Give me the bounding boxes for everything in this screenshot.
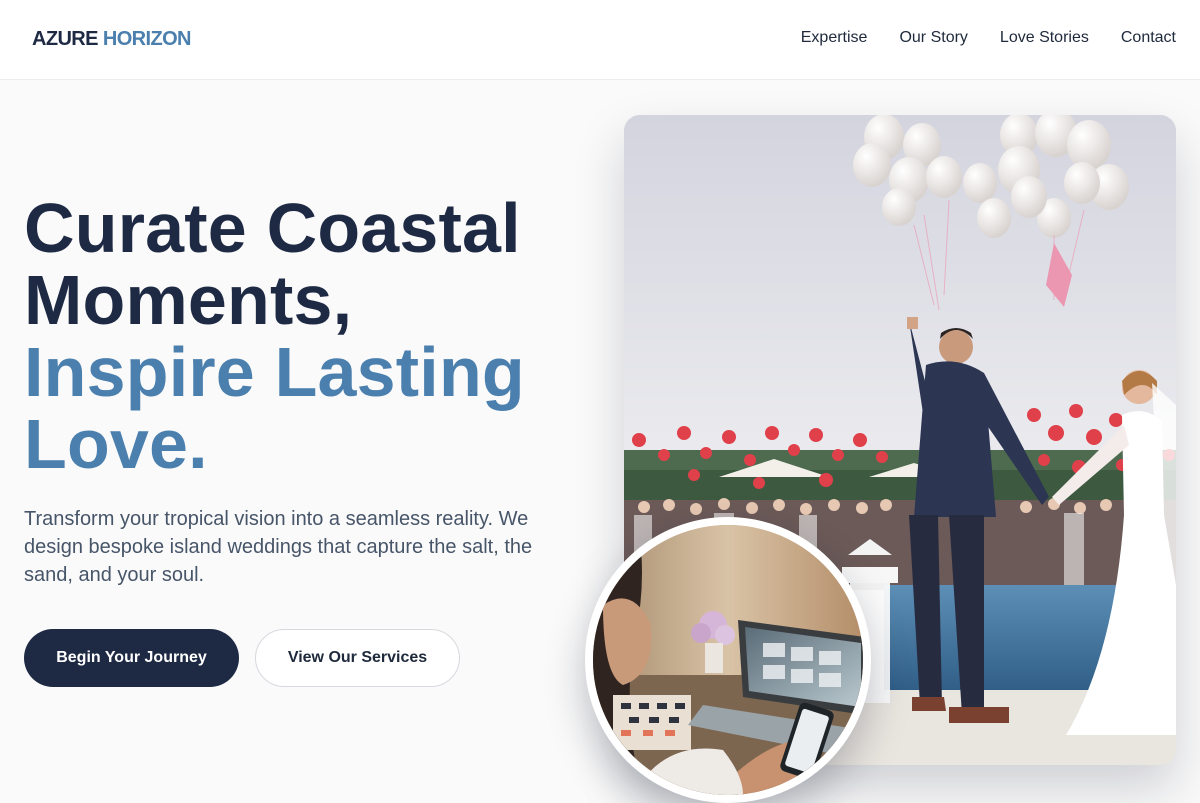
hero-title: Curate Coastal Moments, Inspire Lasting …: [24, 192, 604, 480]
hero-title-line-1: Curate Coastal: [24, 189, 521, 267]
brand-logo[interactable]: AZURE HORIZON: [32, 28, 191, 51]
nav-link-contact[interactable]: Contact: [1121, 29, 1176, 47]
hero-title-line-4: Love.: [24, 405, 208, 483]
begin-journey-button[interactable]: Begin Your Journey: [24, 629, 239, 687]
hero-description: Transform your tropical vision into a se…: [24, 508, 533, 586]
planning-photo-illustration: [593, 525, 863, 795]
nav-link-our-story[interactable]: Our Story: [899, 29, 967, 47]
brand-name-accent: HORIZON: [102, 28, 192, 50]
nav-link-love-stories[interactable]: Love Stories: [1000, 29, 1089, 47]
planning-photo: [585, 517, 871, 803]
hero-title-line-3: Inspire Lasting: [24, 333, 525, 411]
nav-links: Expertise Our Story Love Stories Contact: [801, 29, 1176, 47]
nav-link-expertise[interactable]: Expertise: [801, 29, 868, 47]
top-navigation: AZURE HORIZON Expertise Our Story Love S…: [0, 0, 1200, 80]
view-services-button[interactable]: View Our Services: [255, 629, 460, 687]
hero-title-line-2: Moments,: [24, 261, 353, 339]
brand-name-primary: AZURE: [32, 28, 98, 50]
